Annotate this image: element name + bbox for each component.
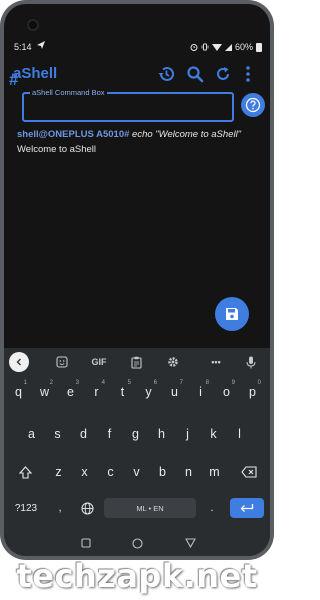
battery-percent: 60% <box>234 42 253 52</box>
recents-icon[interactable] <box>80 537 92 549</box>
refresh-icon[interactable] <box>211 62 235 86</box>
key-r[interactable]: r4 <box>86 380 107 404</box>
keyboard-collapse-button[interactable] <box>9 352 29 372</box>
keyboard-toolbar: GIF ••• <box>4 348 270 376</box>
help-button[interactable] <box>241 93 265 117</box>
keyboard-row-2: a s d f g h j k l <box>4 422 270 448</box>
key-k[interactable]: k <box>203 422 224 446</box>
sticker-icon[interactable] <box>54 354 70 370</box>
alarm-icon <box>190 44 198 51</box>
key-t[interactable]: t5 <box>112 380 133 404</box>
enter-icon <box>240 504 254 512</box>
home-icon[interactable] <box>131 537 143 549</box>
key-b[interactable]: b <box>152 460 173 484</box>
phone-frame: 5:14 60% aShell # aShell Command Box she… <box>0 0 274 560</box>
command-box-label: aShell Command Box <box>30 88 107 97</box>
screen: 5:14 60% aShell # aShell Command Box she… <box>4 4 270 556</box>
help-icon <box>245 97 261 113</box>
key-d[interactable]: d <box>73 422 94 446</box>
key-f[interactable]: f <box>99 422 120 446</box>
more-vert-icon[interactable] <box>240 62 256 86</box>
clipboard-icon[interactable] <box>128 354 144 370</box>
key-i[interactable]: i8 <box>190 380 211 404</box>
period-key[interactable]: . <box>202 496 222 520</box>
space-key[interactable]: ML • EN <box>104 498 196 518</box>
chevron-left-icon <box>16 358 21 366</box>
wifi-icon <box>211 43 222 51</box>
shift-icon <box>18 465 32 479</box>
vibrate-icon <box>201 43 209 51</box>
more-options-button[interactable]: ••• <box>208 354 224 370</box>
enter-key[interactable] <box>230 498 264 518</box>
key-m[interactable]: m <box>204 460 225 484</box>
battery-icon <box>256 42 262 52</box>
keyboard-row-1: q1 w2 e3 r4 t5 y6 u7 i8 o9 p0 <box>4 380 270 406</box>
key-g[interactable]: g <box>125 422 146 446</box>
shift-key[interactable] <box>10 460 40 484</box>
mic-icon[interactable] <box>244 354 258 370</box>
key-a[interactable]: a <box>21 422 42 446</box>
watermark-text: techzapk.net <box>16 557 258 595</box>
camera-punch-hole <box>27 19 39 31</box>
save-icon <box>226 308 238 320</box>
backspace-icon <box>241 466 257 478</box>
shell-prompt: shell@ONEPLUS A5010# <box>17 129 130 140</box>
search-icon[interactable] <box>183 62 207 86</box>
key-j[interactable]: j <box>177 422 198 446</box>
status-icons: 60% <box>190 42 262 52</box>
gif-button[interactable]: GIF <box>88 354 110 370</box>
status-time: 5:14 <box>14 42 32 52</box>
key-x[interactable]: x <box>74 460 95 484</box>
executed-command: echo "Welcome to aShell" <box>129 129 242 140</box>
key-c[interactable]: c <box>100 460 121 484</box>
key-z[interactable]: z <box>48 460 69 484</box>
key-q[interactable]: q1 <box>8 380 29 404</box>
key-e[interactable]: e3 <box>60 380 81 404</box>
keyboard-row-4: ?123 , ML • EN . <box>4 496 270 522</box>
comma-key[interactable]: , <box>50 496 70 520</box>
hash-prompt-symbol: # <box>9 70 19 89</box>
signal-icon <box>224 43 232 51</box>
send-icon <box>37 41 45 51</box>
key-n[interactable]: n <box>178 460 199 484</box>
status-bar: 5:14 60% <box>4 40 270 56</box>
soft-keyboard: GIF ••• q1 w2 e3 r4 t5 y6 u 7 i 8 o 9 p … <box>4 348 270 556</box>
history-icon[interactable] <box>154 62 178 86</box>
backspace-key[interactable] <box>234 460 264 484</box>
save-button[interactable] <box>215 297 249 331</box>
app-title: aShell <box>13 65 58 82</box>
language-key[interactable] <box>76 496 98 520</box>
key-w[interactable]: w2 <box>34 380 55 404</box>
gear-icon[interactable] <box>165 354 181 370</box>
symbols-key[interactable]: ?123 <box>8 496 44 520</box>
key-o[interactable]: o9 <box>216 380 237 404</box>
globe-icon <box>81 502 93 514</box>
app-bar: aShell <box>4 60 270 90</box>
back-icon[interactable] <box>184 537 196 549</box>
key-p[interactable]: p0 <box>242 380 263 404</box>
key-s[interactable]: s <box>47 422 68 446</box>
key-v[interactable]: v <box>126 460 147 484</box>
key-y[interactable]: y6 <box>138 380 159 404</box>
key-h[interactable]: h <box>151 422 172 446</box>
keyboard-row-3: z x c v b n m <box>4 460 270 486</box>
output-command-line: shell@ONEPLUS A5010# echo "Welcome to aS… <box>17 129 241 140</box>
output-result: Welcome to aShell <box>17 144 97 155</box>
key-u[interactable]: u7 <box>164 380 185 404</box>
key-l[interactable]: l <box>229 422 250 446</box>
